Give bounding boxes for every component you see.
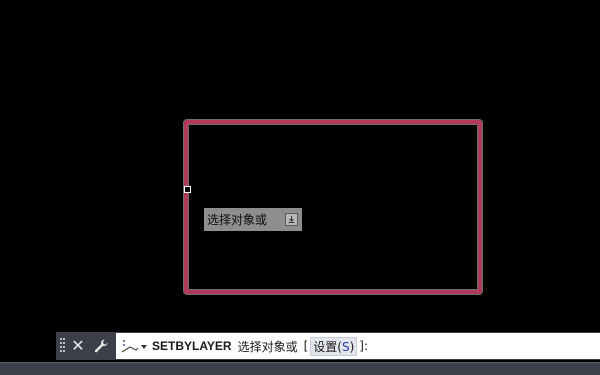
download-icon[interactable] [285, 213, 298, 226]
grip-handle[interactable] [184, 186, 191, 193]
close-icon[interactable]: ✕ [70, 337, 86, 355]
tooltip-text: 选择对象或 [207, 212, 268, 227]
option-key-close: ) [349, 339, 355, 354]
status-bar [0, 362, 600, 375]
selected-rectangle[interactable] [184, 120, 482, 294]
drag-grip-icon[interactable] [60, 337, 66, 355]
option-bracket-open: [ [303, 339, 309, 353]
option-settings-label: 设置 [313, 339, 338, 354]
command-description: 选择对象或 [237, 339, 298, 354]
command-input[interactable]: SETBYLAYER 选择对象或 [ 设置(S) ]: [116, 333, 600, 359]
wrench-icon[interactable] [92, 337, 110, 355]
command-prompt-text: SETBYLAYER 选择对象或 [ 设置(S) ]: [152, 333, 370, 359]
option-settings-key: S [341, 339, 350, 354]
command-prompt-icon[interactable] [120, 338, 150, 356]
option-bracket-close: ]: [359, 339, 369, 353]
command-keyword: SETBYLAYER [152, 339, 232, 353]
status-divider [0, 362, 600, 363]
dynamic-input-tooltip: 选择对象或 [204, 208, 302, 231]
command-line-bar: ✕ SETBYLAYER 选择对象或 [ 设置(S) ]: [56, 332, 600, 360]
drawing-canvas[interactable]: 选择对象或 [0, 0, 600, 375]
option-settings[interactable]: 设置(S) [310, 336, 358, 356]
